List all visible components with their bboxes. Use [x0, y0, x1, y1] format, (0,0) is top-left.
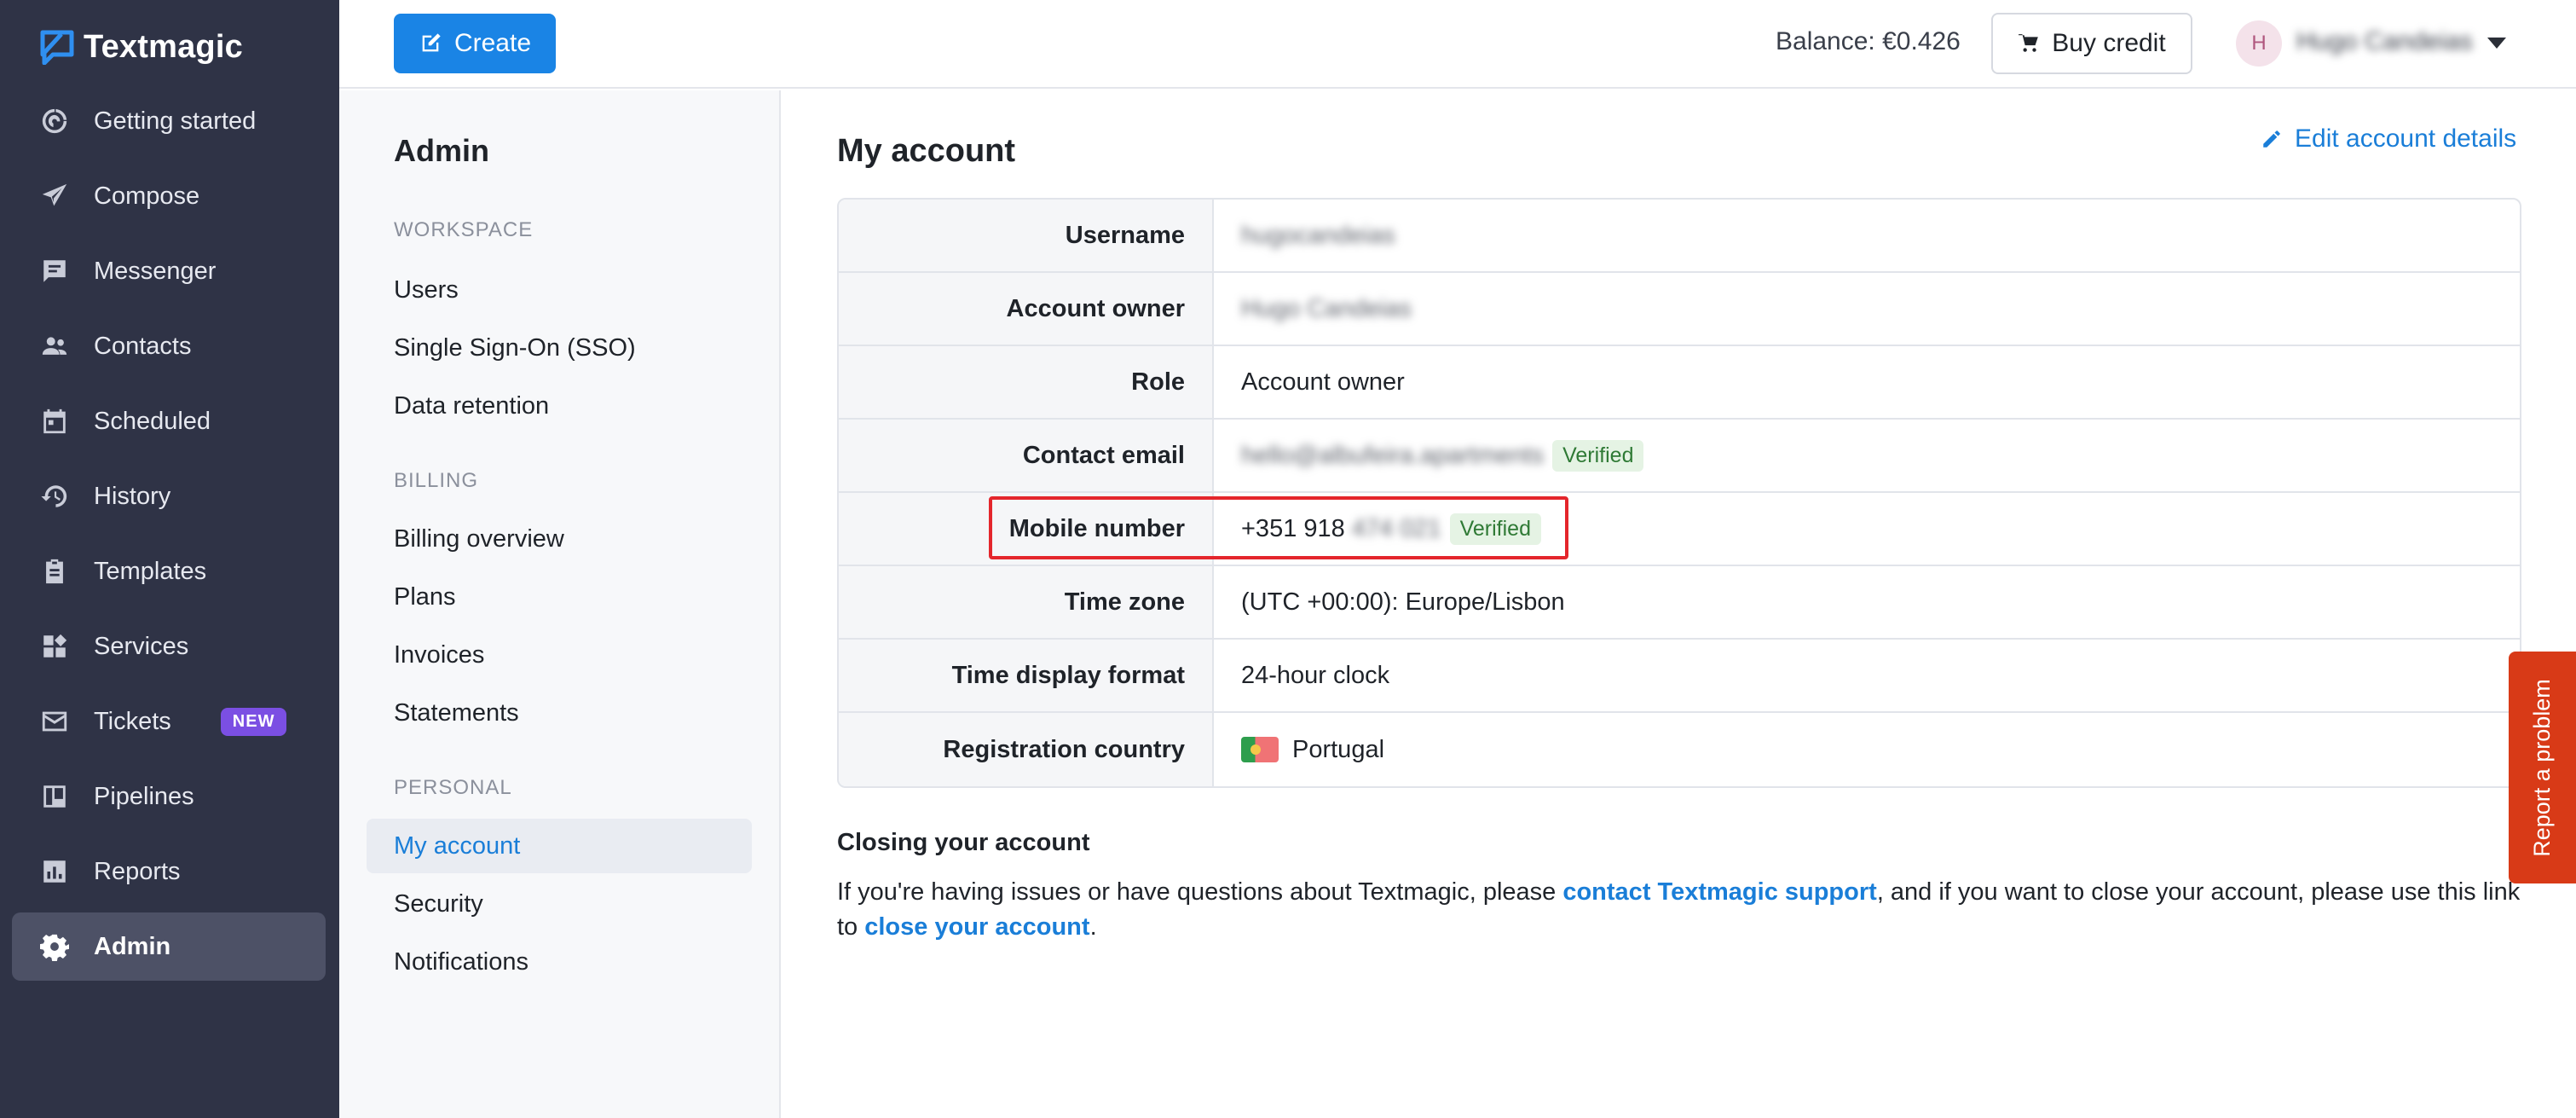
- cart-icon: [2019, 34, 2039, 52]
- account-owner-value: Hugo Candeias: [1241, 294, 1412, 322]
- role-label: Role: [839, 346, 1214, 418]
- report-problem-tab[interactable]: Report a problem: [2509, 652, 2576, 883]
- clipboard-icon: [39, 556, 70, 587]
- mobile-verified-badge: Verified: [1449, 513, 1541, 545]
- contact-email-label: Contact email: [839, 420, 1214, 491]
- brand-name: Textmagic: [84, 28, 243, 65]
- balance-text: Balance: €0.426: [1776, 27, 1961, 55]
- nav-item-compose[interactable]: Compose: [12, 162, 326, 230]
- nav-item-reports[interactable]: Reports: [12, 837, 326, 906]
- admin-submenu: Admin WORKSPACE Users Single Sign-On (SS…: [339, 90, 781, 1118]
- pencil-icon: [2263, 130, 2280, 148]
- nav-item-getting-started[interactable]: Getting started: [12, 87, 326, 155]
- table-row: Contact email hello@albufeira.apartments…: [839, 420, 2520, 493]
- create-button[interactable]: Create: [394, 14, 556, 73]
- mobile-number-value: +351 918: [1241, 514, 1345, 542]
- main-content: My account Edit account details Username…: [783, 90, 2576, 1118]
- contacts-icon: [39, 331, 70, 362]
- brand-logo[interactable]: Textmagic: [39, 26, 243, 68]
- username-value: hugocandeias: [1241, 221, 1395, 249]
- nav-item-messenger[interactable]: Messenger: [12, 237, 326, 305]
- nav-item-templates[interactable]: Templates: [12, 537, 326, 605]
- submenu-item-plans[interactable]: Plans: [367, 570, 752, 624]
- buy-credit-button[interactable]: Buy credit: [1991, 13, 2192, 74]
- table-row: Account owner Hugo Candeias: [839, 273, 2520, 346]
- textmagic-logo-icon: [40, 30, 74, 65]
- chevron-down-icon[interactable]: [2487, 38, 2506, 49]
- time-zone-label: Time zone: [839, 566, 1214, 638]
- bar-chart-icon: [39, 856, 70, 887]
- nav-item-admin[interactable]: Admin: [12, 912, 326, 981]
- gear-icon: [39, 931, 70, 962]
- email-verified-badge: Verified: [1552, 439, 1644, 472]
- new-badge: NEW: [220, 707, 287, 736]
- closing-account-text: If you're having issues or have question…: [837, 878, 2521, 941]
- table-row: Registration country Portugal: [839, 713, 2520, 786]
- contact-support-link[interactable]: contact Textmagic support: [1562, 878, 1876, 906]
- nav-item-tickets[interactable]: Tickets NEW: [12, 687, 326, 756]
- history-icon: [39, 481, 70, 512]
- mobile-number-label: Mobile number: [839, 493, 1214, 565]
- section-heading-workspace: WORKSPACE: [394, 218, 534, 241]
- top-bar: Create Balance: €0.426 Buy credit H Hugo…: [339, 0, 2576, 89]
- paper-plane-icon: [39, 181, 70, 211]
- portugal-flag-icon: [1241, 737, 1279, 762]
- section-heading-billing: BILLING: [394, 469, 479, 492]
- submenu-item-users[interactable]: Users: [367, 263, 752, 317]
- getting-started-icon: [39, 106, 70, 136]
- submenu-item-billing-overview[interactable]: Billing overview: [367, 512, 752, 566]
- pipelines-icon: [39, 781, 70, 812]
- time-format-value: 24-hour clock: [1241, 661, 1390, 689]
- user-name[interactable]: Hugo Candeias: [2296, 27, 2473, 56]
- edit-account-details-link[interactable]: Edit account details: [2261, 125, 2516, 154]
- submenu-item-data-retention[interactable]: Data retention: [367, 379, 752, 433]
- section-heading-personal: PERSONAL: [394, 776, 512, 799]
- username-label: Username: [839, 200, 1214, 271]
- nav-item-history[interactable]: History: [12, 462, 326, 530]
- submenu-title: Admin: [394, 133, 489, 168]
- registration-country-value: Portugal: [1292, 735, 1385, 763]
- submenu-item-invoices[interactable]: Invoices: [367, 628, 752, 682]
- table-row: Mobile number +351 918 474 021 Verified: [839, 493, 2520, 566]
- account-details-table: Username hugocandeias Account owner Hugo…: [837, 198, 2521, 788]
- time-zone-value: (UTC +00:00): Europe/Lisbon: [1241, 588, 1565, 616]
- close-account-link[interactable]: close your account: [864, 913, 1089, 941]
- submenu-item-statements[interactable]: Statements: [367, 686, 752, 740]
- avatar[interactable]: H: [2236, 20, 2282, 67]
- table-row: Username hugocandeias: [839, 200, 2520, 273]
- chat-icon: [39, 256, 70, 287]
- closing-account-title: Closing your account: [837, 829, 1090, 856]
- table-row: Time display format 24-hour clock: [839, 640, 2520, 713]
- table-row: Time zone (UTC +00:00): Europe/Lisbon: [839, 566, 2520, 640]
- account-owner-label: Account owner: [839, 273, 1214, 345]
- registration-country-label: Registration country: [839, 713, 1214, 786]
- nav-item-pipelines[interactable]: Pipelines: [12, 762, 326, 831]
- submenu-item-security[interactable]: Security: [367, 877, 752, 931]
- submenu-item-my-account[interactable]: My account: [367, 819, 752, 873]
- contact-email-value: hello@albufeira.apartments: [1241, 441, 1545, 469]
- page-title: My account: [837, 133, 1016, 169]
- envelope-icon: [39, 706, 70, 737]
- role-value: Account owner: [1241, 368, 1405, 396]
- main-sidebar: Textmagic Getting started Compose Messen…: [0, 0, 339, 1118]
- submenu-item-sso[interactable]: Single Sign-On (SSO): [367, 321, 752, 375]
- mobile-number-hidden: 474 021: [1351, 514, 1441, 542]
- services-icon: [39, 631, 70, 662]
- nav-item-services[interactable]: Services: [12, 612, 326, 681]
- table-row: Role Account owner: [839, 346, 2520, 420]
- nav-item-scheduled[interactable]: Scheduled: [12, 387, 326, 455]
- calendar-icon: [39, 406, 70, 437]
- edit-square-icon: [422, 33, 441, 52]
- submenu-item-notifications[interactable]: Notifications: [367, 935, 752, 989]
- time-format-label: Time display format: [839, 640, 1214, 711]
- nav-item-contacts[interactable]: Contacts: [12, 312, 326, 380]
